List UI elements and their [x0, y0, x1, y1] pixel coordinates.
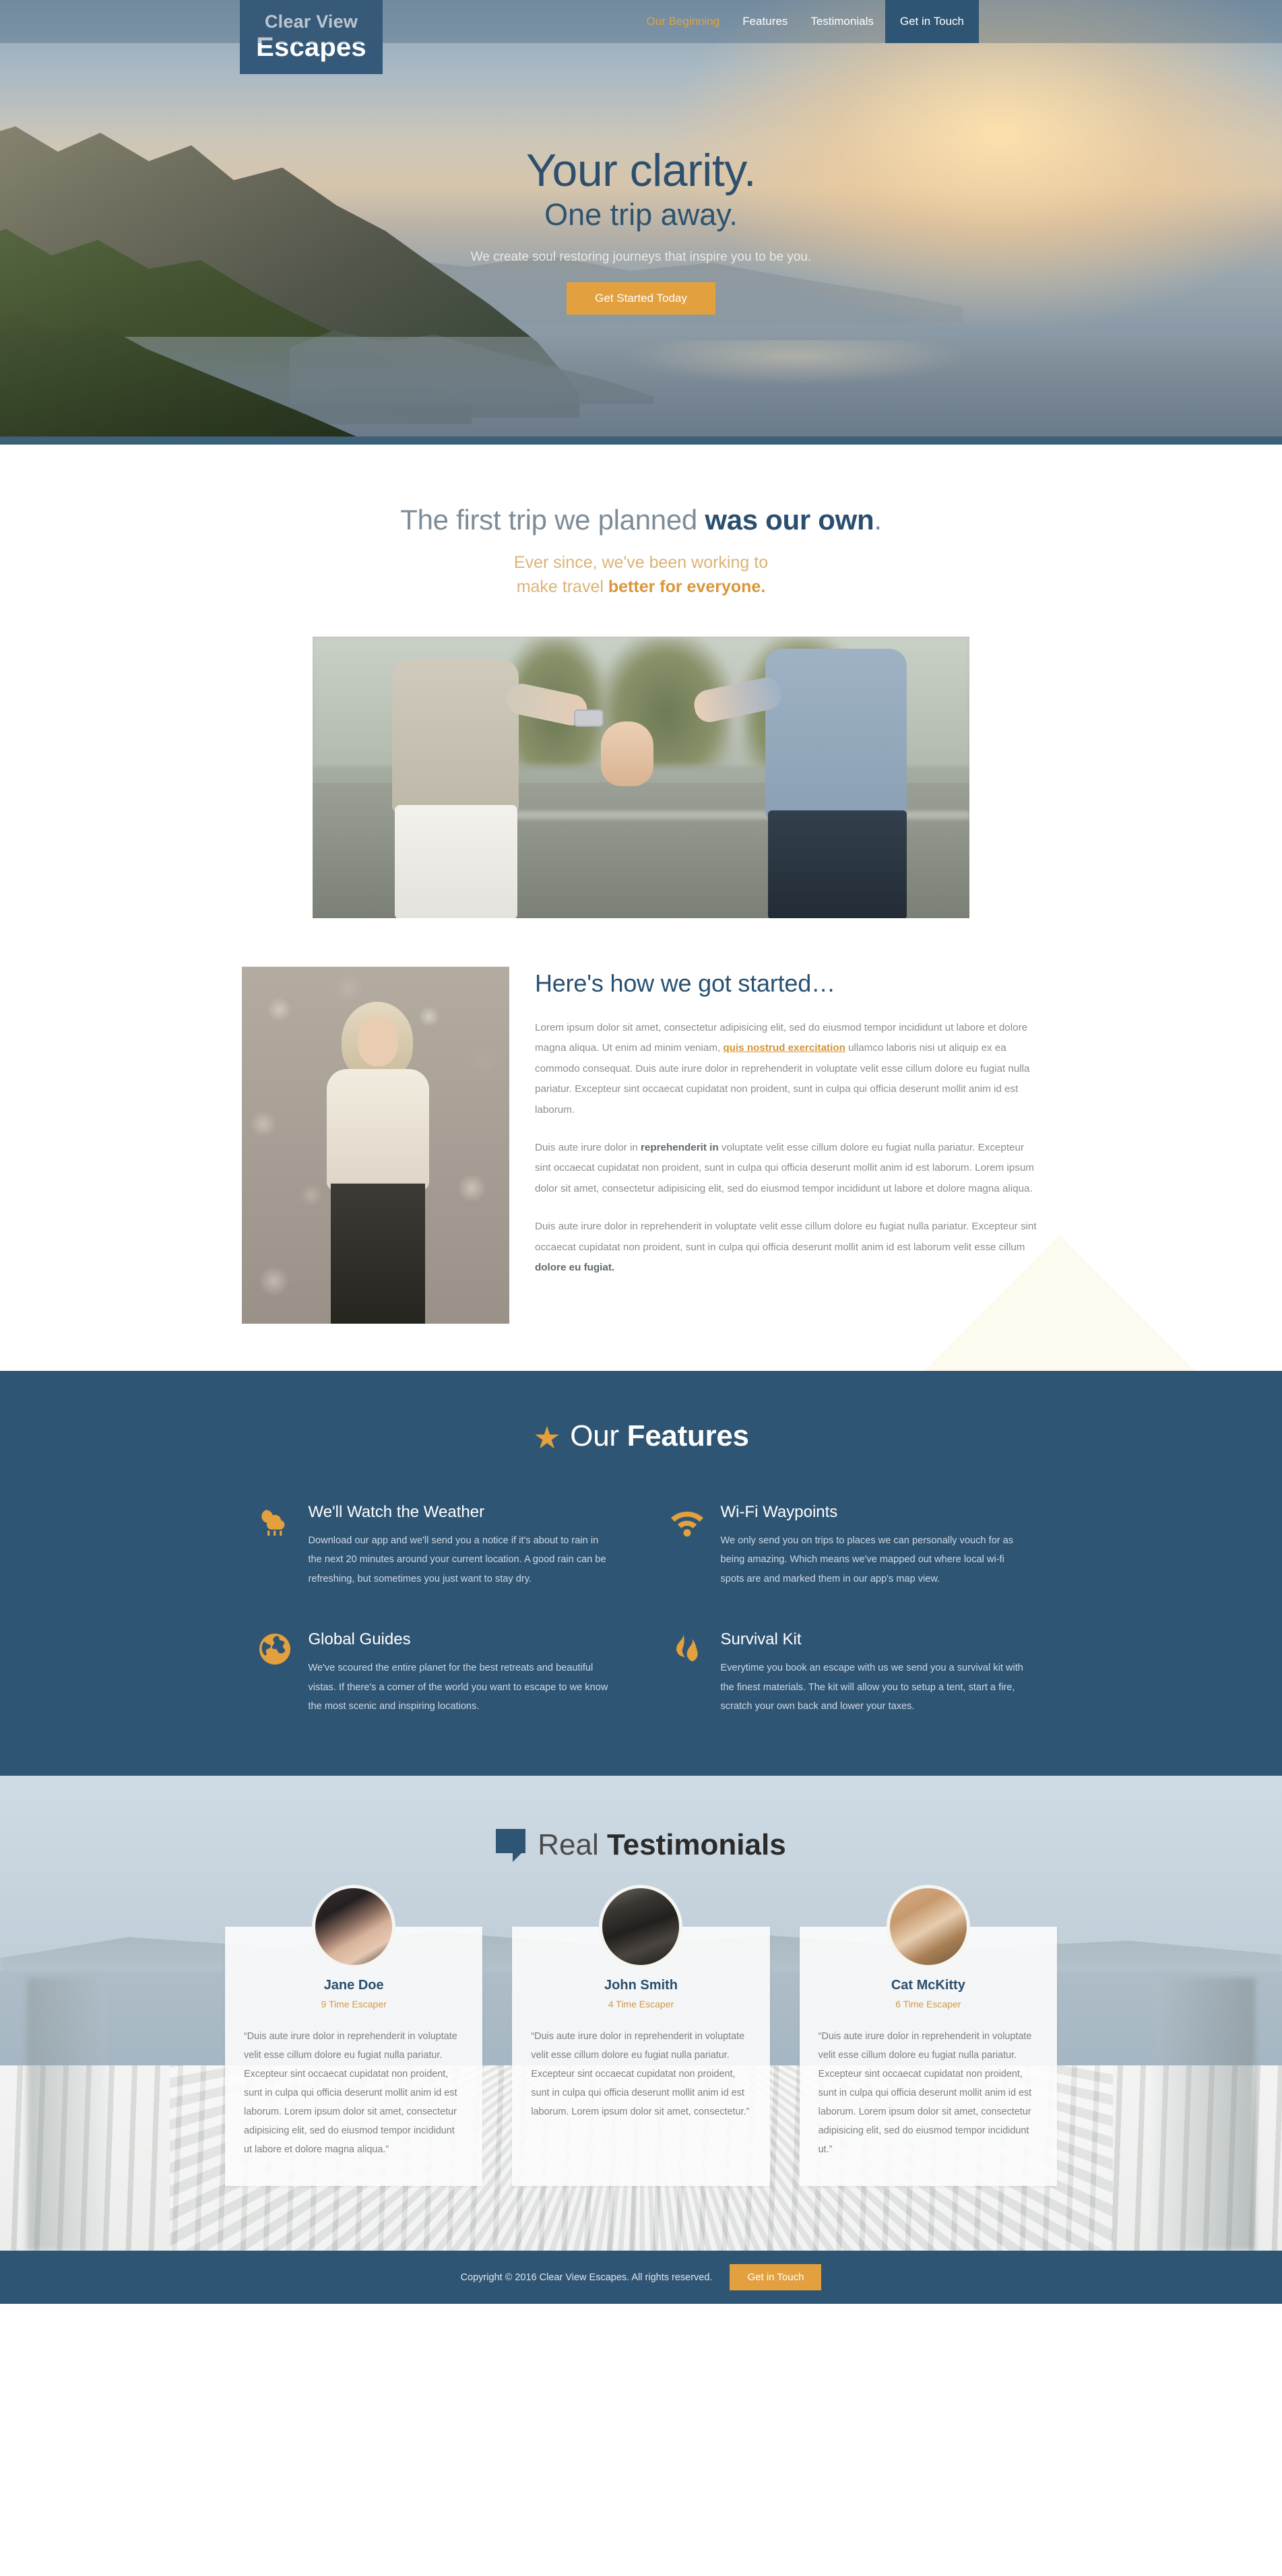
- testimonial-card: Cat McKitty 6 Time Escaper “Duis aute ir…: [799, 1884, 1057, 2187]
- hero-bottom-bar: [0, 437, 1282, 445]
- beginning-title-end: .: [874, 504, 882, 536]
- beginning-title-bold: was our own: [705, 504, 874, 536]
- photo-person-right-bottom: [768, 810, 907, 918]
- features-title: ★ Our Features: [0, 1419, 1282, 1456]
- avatar: [886, 1884, 970, 1968]
- features-grid: We'll Watch the Weather Download our app…: [257, 1503, 1025, 1716]
- feature-item-weather: We'll Watch the Weather Download our app…: [257, 1503, 613, 1588]
- feature-body: Survival Kit Everytime you book an escap…: [721, 1630, 1025, 1716]
- story-heading: Here's how we got started…: [535, 969, 835, 997]
- feature-title: Wi-Fi Waypoints: [720, 1503, 838, 1521]
- feature-title: We'll Watch the Weather: [308, 1503, 485, 1521]
- testimonial-card: Jane Doe 9 Time Escaper “Duis aute irure…: [225, 1884, 483, 2187]
- testimonials-section: Real Testimonials Jane Doe 9 Time Escape…: [0, 1775, 1282, 2251]
- feature-item-survival-kit: Survival Kit Everytime you book an escap…: [670, 1630, 1025, 1716]
- beginning-subtitle-line-1: Ever since, we've been working to: [513, 553, 769, 572]
- testimonials-title-light: Real: [538, 1828, 607, 1861]
- feature-body: We'll Watch the Weather Download our app…: [309, 1503, 613, 1588]
- testimonials-title-bold: Testimonials: [607, 1828, 786, 1861]
- star-icon: ★: [533, 1420, 561, 1455]
- features-section: ★ Our Features We'll Watch the Weather Do…: [0, 1371, 1282, 1776]
- testimonial-quote: “Duis aute irure dolor in reprehenderit …: [818, 2030, 1032, 2156]
- globe-icon: [257, 1632, 292, 1667]
- beginning-subtitle-line-2-bold: better for everyone.: [608, 577, 766, 596]
- wifi-icon: [670, 1504, 705, 1539]
- testimonial-role: 4 Time Escaper: [608, 1998, 674, 2009]
- testimonial-name: Jane Doe: [323, 1977, 384, 1993]
- feature-text: Download our app and we'll send you a no…: [308, 1535, 606, 1584]
- beginning-subtitle-line-2-light: make travel: [516, 577, 608, 596]
- story-p2-part-a: Duis aute irure dolor in: [535, 1142, 641, 1154]
- hero-heading-line-2: One trip away.: [544, 197, 738, 232]
- hero-section: Our Beginning Features Testimonials Get …: [0, 0, 1282, 445]
- story-photo-face: [358, 1015, 398, 1066]
- feature-title: Global Guides: [308, 1630, 411, 1649]
- testimonial-card: John Smith 4 Time Escaper “Duis aute iru…: [512, 1884, 770, 2187]
- story-photo-skirt: [331, 1184, 425, 1324]
- nav-item-testimonials[interactable]: Testimonials: [799, 0, 885, 43]
- story-block: Here's how we got started… Lorem ipsum d…: [242, 967, 1040, 1324]
- our-beginning-section: The first trip we planned was our own. E…: [0, 445, 1282, 1371]
- sea-shimmer: [606, 340, 1078, 421]
- footer-get-in-touch-button[interactable]: Get in Touch: [730, 2264, 822, 2291]
- photo-held-hands: [601, 721, 653, 786]
- story-photo-sweater: [327, 1069, 429, 1190]
- features-title-bold: Features: [627, 1419, 749, 1452]
- testimonial-quote: “Duis aute irure dolor in reprehenderit …: [244, 2030, 457, 2156]
- feature-item-guides: Global Guides We've scoured the entire p…: [257, 1630, 613, 1716]
- hero-subtext: We create soul restoring journeys that i…: [470, 250, 812, 265]
- couple-holding-hands-photo: [313, 637, 969, 918]
- testimonial-quote: “Duis aute irure dolor in reprehenderit …: [531, 2030, 750, 2118]
- feature-text: Everytime you book an escape with us we …: [720, 1663, 1023, 1712]
- beginning-subtitle: Ever since, we've been working to make t…: [0, 551, 1282, 599]
- testimonial-role: 6 Time Escaper: [895, 1998, 961, 2009]
- beginning-title: The first trip we planned was our own.: [0, 504, 1282, 536]
- photo-person-left-top: [392, 659, 519, 813]
- photo-person-right-top: [765, 649, 907, 818]
- testimonial-name: Cat McKitty: [891, 1977, 965, 1993]
- feature-body: Global Guides We've scoured the entire p…: [309, 1630, 613, 1716]
- nav-item-features[interactable]: Features: [731, 0, 799, 43]
- beginning-title-light: The first trip we planned: [400, 504, 705, 536]
- features-title-light: Our: [570, 1419, 627, 1452]
- story-p3-bold: dolore eu fugiat.: [535, 1262, 615, 1274]
- rain-cloud-icon: [257, 1504, 292, 1539]
- feature-body: Wi-Fi Waypoints We only send you on trip…: [721, 1503, 1025, 1588]
- photo-wristwatch: [574, 709, 604, 727]
- story-paragraph-2: Duis aute irure dolor in reprehenderit i…: [535, 1138, 1040, 1199]
- story-p3-part-a: Duis aute irure dolor in reprehenderit i…: [535, 1221, 1037, 1253]
- hero-heading-line-1: Your clarity.: [525, 145, 757, 196]
- hero-get-started-button[interactable]: Get Started Today: [567, 282, 715, 315]
- flame-icon: [670, 1632, 705, 1667]
- navbar: Our Beginning Features Testimonials Get …: [0, 0, 1282, 43]
- story-p1-link[interactable]: quis nostrud exercitation: [723, 1042, 845, 1054]
- avatar: [312, 1884, 396, 1968]
- story-paragraph-3: Duis aute irure dolor in reprehenderit i…: [535, 1217, 1040, 1278]
- feature-title: Survival Kit: [720, 1630, 802, 1649]
- testimonials-title: Real Testimonials: [0, 1828, 1282, 1862]
- footer-copyright: Copyright © 2016 Clear View Escapes. All…: [460, 2272, 713, 2283]
- photo-person-left-bottom: [395, 805, 517, 918]
- nav-links: Our Beginning Features Testimonials Get …: [635, 0, 979, 43]
- story-photo: [242, 967, 509, 1324]
- feature-text: We only send you on trips to places we c…: [720, 1535, 1014, 1584]
- speech-bubble-icon: [496, 1828, 526, 1862]
- story-text: Here's how we got started… Lorem ipsum d…: [535, 967, 1040, 1295]
- feature-text: We've scoured the entire planet for the …: [308, 1663, 608, 1712]
- testimonials-content: Real Testimonials Jane Doe 9 Time Escape…: [0, 1828, 1282, 2187]
- avatar: [599, 1884, 683, 1968]
- testimonial-name: John Smith: [604, 1977, 678, 1993]
- story-p2-bold: reprehenderit in: [641, 1142, 719, 1154]
- nav-item-our-beginning[interactable]: Our Beginning: [635, 0, 732, 43]
- nav-get-in-touch-button[interactable]: Get in Touch: [885, 0, 979, 43]
- story-paragraph-1: Lorem ipsum dolor sit amet, consectetur …: [535, 1018, 1040, 1120]
- testimonial-role: 9 Time Escaper: [321, 1998, 387, 2009]
- feature-item-wifi: Wi-Fi Waypoints We only send you on trip…: [670, 1503, 1025, 1588]
- footer: Copyright © 2016 Clear View Escapes. All…: [0, 2251, 1282, 2305]
- hero-copy: Your clarity. One trip away. We create s…: [0, 145, 1282, 315]
- testimonial-cards: Jane Doe 9 Time Escaper “Duis aute irure…: [225, 1884, 1057, 2187]
